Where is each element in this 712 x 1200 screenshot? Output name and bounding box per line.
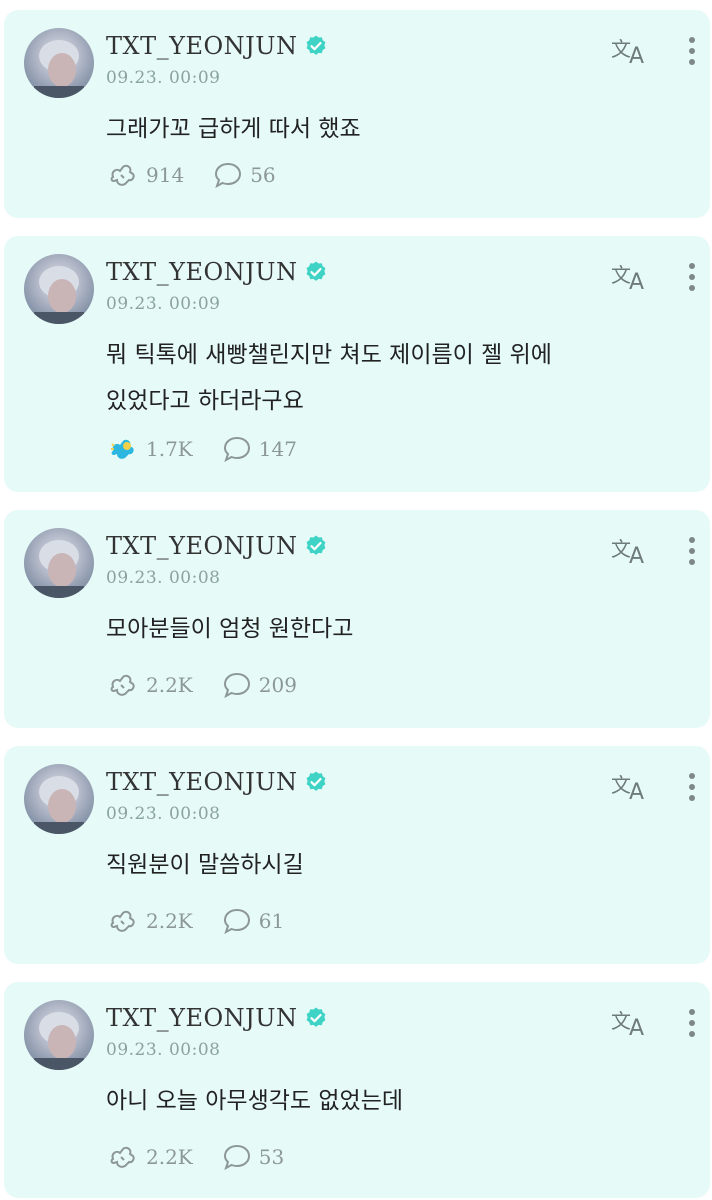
svg-text:文: 文 [611,263,631,287]
post-card[interactable]: TXT_YEONJUN 09.23. 00:08 文A 아니 오늘 아무생각도 … [4,982,710,1198]
timestamp: 09.23. 00:08 [106,568,221,588]
like-count: 1.7K [146,437,193,461]
username[interactable]: TXT_YEONJUN [106,532,328,560]
post-card[interactable]: TXT_YEONJUN 09.23. 00:08 文A 직원분이 말씀하시길 2… [4,746,710,964]
comment-button[interactable]: 147 [223,436,297,462]
username-text[interactable]: TXT_YEONJUN [106,768,298,796]
comment-count: 61 [258,909,285,933]
username-text[interactable]: TXT_YEONJUN [106,32,298,60]
username-text[interactable]: TXT_YEONJUN [106,258,298,286]
comment-icon [223,672,250,698]
svg-text:文: 文 [611,537,631,561]
username-text[interactable]: TXT_YEONJUN [106,532,298,560]
post-actions: 914 56 [108,162,306,188]
post-text: 아니 오늘 아무생각도 없었는데 [106,1088,404,1114]
comment-count: 56 [250,163,276,187]
like-icon [110,910,135,932]
like-icon [111,439,134,459]
more-icon[interactable] [687,36,697,66]
timestamp: 09.23. 00:08 [106,1040,221,1060]
post-text: 뭐 틱톡에 새빵챌린지만 쳐도 제이름이 젤 위에 있었다고 하더라구요 [106,342,552,414]
post-actions: 2.2K 53 [108,1144,314,1170]
svg-text:A: A [629,270,644,292]
post-card[interactable]: TXT_YEONJUN 09.23. 00:08 文A 모아분들이 엄청 원한다… [4,510,710,728]
verified-icon [306,535,325,555]
verified-icon [306,261,325,281]
translate-icon[interactable]: 文A [609,32,651,66]
username-text[interactable]: TXT_YEONJUN [106,1004,298,1032]
like-count: 2.2K [146,673,193,697]
translate-icon[interactable]: 文A [609,768,651,802]
comment-button[interactable]: 61 [223,908,284,934]
svg-text:文: 文 [611,37,631,61]
svg-text:文: 文 [611,1009,631,1033]
verified-icon [306,771,325,791]
svg-text:A: A [629,780,644,802]
avatar[interactable] [24,254,94,324]
comment-count: 209 [258,673,297,697]
post-card[interactable]: TXT_YEONJUN 09.23. 00:09 文A 뭐 틱톡에 새빵챌린지만… [4,236,710,492]
comment-icon [223,1144,250,1170]
post-text: 모아분들이 엄청 원한다고 [106,616,354,642]
more-icon[interactable] [687,536,697,566]
post-text: 그래가꼬 급하게 따서 했죠 [106,116,361,142]
timestamp: 09.23. 00:09 [106,68,221,88]
avatar[interactable] [24,1000,94,1070]
avatar[interactable] [24,528,94,598]
post-actions: 1.7K 147 [108,436,327,462]
username[interactable]: TXT_YEONJUN [106,1004,328,1032]
verified-icon [306,1007,325,1027]
svg-text:文: 文 [611,773,631,797]
verified-icon [306,35,325,55]
comment-button[interactable]: 53 [223,1144,284,1170]
like-button[interactable]: 1.7K [108,436,193,462]
more-icon[interactable] [687,1008,697,1038]
post-actions: 2.2K 61 [108,908,314,934]
like-button[interactable]: 2.2K [108,672,193,698]
more-icon[interactable] [687,772,697,802]
like-count: 914 [146,163,185,187]
comment-icon [223,908,250,934]
username[interactable]: TXT_YEONJUN [106,768,328,796]
svg-text:A: A [629,544,644,566]
comment-button[interactable]: 209 [223,672,297,698]
post-card[interactable]: TXT_YEONJUN 09.23. 00:09 文A 그래가꼬 급하게 따서 … [4,10,710,218]
like-button[interactable]: 2.2K [108,1144,193,1170]
comment-icon [215,162,242,188]
avatar[interactable] [24,764,94,834]
timestamp: 09.23. 00:08 [106,804,221,824]
like-count: 2.2K [146,909,193,933]
username[interactable]: TXT_YEONJUN [106,32,328,60]
like-count: 2.2K [146,1145,193,1169]
avatar[interactable] [24,28,94,98]
comment-count: 147 [258,437,297,461]
like-icon [110,674,135,696]
translate-icon[interactable]: 文A [609,258,651,292]
like-icon [110,164,135,186]
svg-text:A: A [629,1016,644,1038]
username[interactable]: TXT_YEONJUN [106,258,328,286]
post-actions: 2.2K 209 [108,672,327,698]
comment-button[interactable]: 56 [214,162,276,188]
timestamp: 09.23. 00:09 [106,294,221,314]
translate-icon[interactable]: 文A [609,1004,651,1038]
like-button[interactable]: 2.2K [108,908,193,934]
comment-count: 53 [258,1145,285,1169]
like-button[interactable]: 914 [108,162,184,188]
more-icon[interactable] [687,262,697,292]
like-icon [110,1146,135,1168]
translate-icon[interactable]: 文A [609,532,651,566]
comment-icon [223,436,250,462]
post-text: 직원분이 말씀하시길 [106,852,304,878]
svg-text:A: A [629,44,644,66]
